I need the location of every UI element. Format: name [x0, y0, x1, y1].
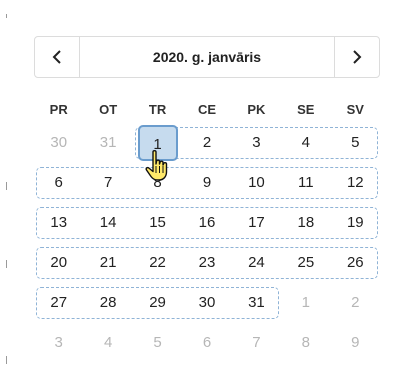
day-cell[interactable]: 16 [187, 205, 227, 241]
day-cell[interactable]: 7 [88, 165, 128, 201]
day-cell[interactable]: 31 [236, 285, 276, 321]
day-cell[interactable]: 11 [286, 165, 326, 201]
day-cell[interactable]: 30 [187, 285, 227, 321]
chevron-left-icon [52, 50, 61, 64]
day-cell[interactable]: 20 [39, 245, 79, 281]
day-cell[interactable]: 5 [335, 125, 375, 161]
weekday-label: SE [297, 102, 315, 117]
day-cell[interactable]: 31 [88, 125, 128, 161]
weekday-label: PK [247, 102, 266, 117]
day-cell[interactable]: 18 [286, 205, 326, 241]
day-cell[interactable]: 4 [88, 325, 128, 361]
chevron-right-icon [353, 50, 362, 64]
day-cell[interactable]: 3 [39, 325, 79, 361]
day-cell[interactable]: 3 [236, 125, 276, 161]
month-title[interactable]: 2020. g. janvāris [80, 37, 334, 77]
day-cell[interactable]: 6 [39, 165, 79, 201]
day-cell[interactable]: 14 [88, 205, 128, 241]
day-cell[interactable]: 8 [286, 325, 326, 361]
weekday-label: CE [197, 102, 216, 117]
day-cell[interactable]: 2 [187, 125, 227, 161]
day-cell[interactable]: 5 [138, 325, 178, 361]
day-cell[interactable]: 13 [39, 205, 79, 241]
next-month-button[interactable] [334, 37, 379, 77]
weekday-label: TR [148, 102, 167, 117]
day-cell[interactable]: 1 [286, 285, 326, 321]
edge-mark [6, 356, 7, 364]
day-cell[interactable]: 17 [236, 205, 276, 241]
day-cell[interactable]: 9 [335, 325, 375, 361]
hand-pointer-icon [145, 150, 168, 181]
day-cell[interactable]: 26 [335, 245, 375, 281]
day-cell[interactable]: 9 [187, 165, 227, 201]
weekday-header-row: PR OT TR CE PK SE SV [34, 102, 380, 117]
day-cell[interactable]: 12 [335, 165, 375, 201]
day-cell[interactable]: 29 [138, 285, 178, 321]
day-cell[interactable]: 30 [39, 125, 79, 161]
day-cell[interactable]: 4 [286, 125, 326, 161]
day-cell[interactable]: 19 [335, 205, 375, 241]
calendar-header: 2020. g. janvāris [34, 36, 380, 78]
day-cell[interactable]: 22 [138, 245, 178, 281]
edge-mark [6, 260, 7, 268]
day-cell[interactable]: 24 [236, 245, 276, 281]
day-cell[interactable]: 27 [39, 285, 79, 321]
date-picker: 2020. g. janvāris PR OT TR CE PK SE SV 3… [34, 36, 380, 351]
day-cell[interactable]: 15 [138, 205, 178, 241]
weekday-label: PR [49, 102, 68, 117]
day-cell[interactable]: 21 [88, 245, 128, 281]
day-cell[interactable]: 6 [187, 325, 227, 361]
day-cell[interactable]: 25 [286, 245, 326, 281]
day-cell[interactable]: 7 [236, 325, 276, 361]
day-cell[interactable]: 10 [236, 165, 276, 201]
prev-month-button[interactable] [35, 37, 80, 77]
day-cell[interactable]: 23 [187, 245, 227, 281]
day-cell[interactable]: 28 [88, 285, 128, 321]
day-cell[interactable]: 2 [335, 285, 375, 321]
weekday-label: SV [346, 102, 364, 117]
edge-mark [6, 14, 7, 18]
edge-mark [6, 182, 7, 190]
weekday-label: OT [99, 102, 118, 117]
